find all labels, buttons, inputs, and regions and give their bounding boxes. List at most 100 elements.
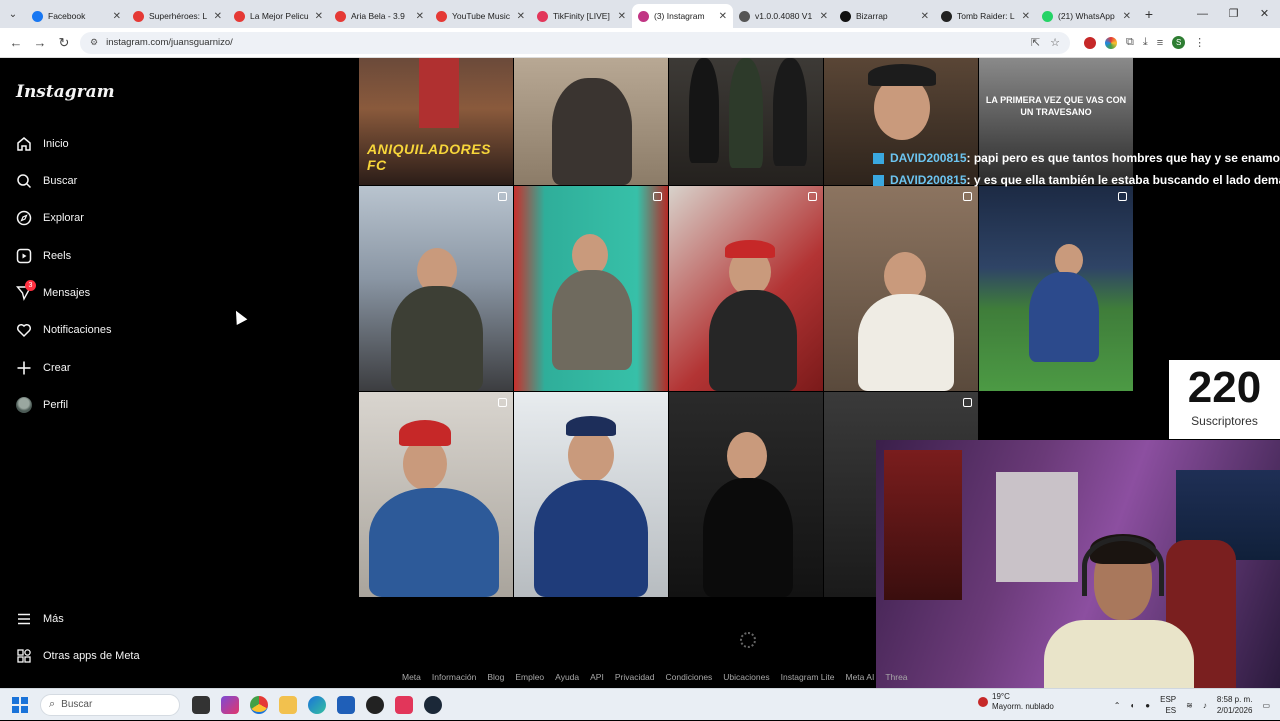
browser-tab[interactable]: Aria Bela - 3.9✕ — [329, 4, 430, 28]
chrome-icon[interactable] — [250, 696, 268, 714]
post-thumbnail[interactable] — [824, 186, 978, 391]
footer-link[interactable]: API — [590, 672, 604, 682]
post-thumbnail[interactable] — [359, 186, 513, 391]
browser-tab[interactable]: (3) Instagram✕ — [632, 4, 733, 28]
task-view-icon[interactable] — [192, 696, 210, 714]
browser-tab[interactable]: La Mejor Pelicu✕ — [228, 4, 329, 28]
footer-link[interactable]: Privacidad — [615, 672, 655, 682]
browser-tab[interactable]: Facebook✕ — [26, 4, 127, 28]
tab-close-icon[interactable]: ✕ — [719, 11, 727, 22]
footer-link[interactable]: Información — [432, 672, 476, 682]
post-thumbnail[interactable] — [979, 186, 1133, 391]
footer-link[interactable]: Empleo — [515, 672, 544, 682]
browser-tab[interactable]: YouTube Music✕ — [430, 4, 531, 28]
tab-close-icon[interactable]: ✕ — [820, 11, 828, 22]
extensions-puzzle-icon[interactable]: ⧉ — [1126, 36, 1134, 49]
taskbar-search[interactable]: ⌕ Buscar — [40, 694, 180, 716]
start-button[interactable] — [0, 697, 40, 713]
copilot-icon[interactable] — [221, 696, 239, 714]
steam-icon[interactable] — [424, 696, 442, 714]
post-thumbnail[interactable] — [669, 186, 823, 391]
file-explorer-icon[interactable] — [279, 696, 297, 714]
nav-item-crear[interactable]: Crear — [14, 353, 214, 383]
tray-overflow-icon[interactable]: ⌃ — [1114, 701, 1121, 710]
obs-icon[interactable] — [366, 696, 384, 714]
edge-icon[interactable] — [308, 696, 326, 714]
tab-close-icon[interactable]: ✕ — [315, 11, 323, 22]
footer-link[interactable]: Meta — [402, 672, 421, 682]
tab-close-icon[interactable]: ✕ — [618, 11, 626, 22]
reload-button[interactable]: ↻ — [52, 35, 76, 51]
install-app-icon[interactable]: ⇱ — [1031, 36, 1040, 49]
back-button[interactable]: ← — [4, 35, 28, 50]
weather-widget[interactable]: 19°C Mayorm. nublado — [978, 692, 1054, 712]
browser-tab[interactable]: v1.0.0.4080 V1✕ — [733, 4, 834, 28]
tiktok-live-icon[interactable] — [395, 696, 413, 714]
footer-link[interactable]: Ayuda — [555, 672, 579, 682]
close-window-button[interactable]: ✕ — [1249, 0, 1280, 28]
nav-item-inicio[interactable]: Inicio — [14, 129, 214, 159]
post-thumbnail[interactable] — [669, 58, 823, 185]
nav-item-otras-apps[interactable]: Otras apps de Meta — [14, 641, 214, 671]
instagram-logo[interactable]: Instagram — [16, 82, 115, 102]
minimize-button[interactable]: — — [1187, 0, 1218, 28]
browser-tab[interactable]: Tomb Raider: L ✕ — [935, 4, 1036, 28]
nav-item-perfil[interactable]: Perfil — [14, 390, 214, 420]
media-control-icon[interactable]: ≡ — [1157, 37, 1163, 49]
footer-link[interactable]: Instagram Lite — [781, 672, 835, 682]
footer-link[interactable]: Ubicaciones — [723, 672, 769, 682]
browser-tab[interactable]: TikFinity [LIVE]✕ — [531, 4, 632, 28]
tab-close-icon[interactable]: ✕ — [1022, 11, 1030, 22]
footer-link[interactable]: Threa — [885, 672, 907, 682]
sidebar: Instagram Inicio Buscar Explorar Reels 3… — [0, 58, 240, 688]
maximize-button[interactable]: ❐ — [1218, 0, 1249, 28]
mic-icon[interactable]: ● — [1145, 701, 1150, 710]
browser-tab[interactable]: (21) WhatsApp✕ — [1036, 4, 1137, 28]
post-thumbnail[interactable] — [359, 392, 513, 597]
footer-link[interactable]: Condiciones — [666, 672, 713, 682]
tab-close-icon[interactable]: ✕ — [517, 11, 525, 22]
nav-item-mas[interactable]: Más — [14, 604, 214, 634]
clock[interactable]: 8:58 p. m. 2/01/2026 — [1217, 694, 1253, 716]
tab-close-icon[interactable]: ✕ — [416, 11, 424, 22]
forward-button[interactable]: → — [28, 35, 52, 50]
taskbar: ⌕ Buscar 19°C Mayorm. nublado ⌃ ◐ ● ESP … — [0, 688, 1280, 720]
footer-link[interactable]: Meta AI — [845, 672, 874, 682]
extension-adblock-icon[interactable] — [1084, 37, 1096, 49]
tab-close-icon[interactable]: ✕ — [1123, 11, 1131, 22]
notifications-icon[interactable]: ▭ — [1262, 701, 1270, 710]
site-info-icon[interactable]: ⚙ — [90, 37, 98, 48]
nav-item-notificaciones[interactable]: Notificaciones — [14, 315, 214, 345]
network-icon[interactable]: ◐ — [1130, 701, 1135, 710]
tab-close-icon[interactable]: ✕ — [214, 11, 222, 22]
browser-tab[interactable]: Bizarrap✕ — [834, 4, 935, 28]
browser-menu-icon[interactable]: ⋮ — [1194, 36, 1205, 49]
nav-label: Perfil — [43, 399, 68, 411]
wifi-icon[interactable]: ≋ — [1186, 701, 1193, 710]
nav-item-mensajes[interactable]: 3 Mensajes — [14, 278, 214, 308]
nav-item-explorar[interactable]: Explorar — [14, 203, 214, 233]
tab-close-icon[interactable]: ✕ — [921, 11, 929, 22]
tab-search-button[interactable]: ⌄ — [0, 0, 26, 28]
url-input[interactable]: ⚙ instagram.com/juansguarnizo/ ⇱ ☆ — [80, 32, 1070, 54]
tab-close-icon[interactable]: ✕ — [113, 11, 121, 22]
post-thumbnail[interactable]: ANIQUILADORES FC — [359, 58, 513, 185]
tab-title: Tomb Raider: L — [957, 11, 1018, 21]
post-thumbnail[interactable] — [514, 186, 668, 391]
post-thumbnail[interactable] — [514, 392, 668, 597]
volume-icon[interactable]: ♪ — [1203, 701, 1207, 710]
post-thumbnail[interactable] — [514, 58, 668, 185]
tab-favicon-icon — [335, 11, 346, 22]
nav-item-reels[interactable]: Reels — [14, 241, 214, 271]
bookmark-star-icon[interactable]: ☆ — [1050, 36, 1060, 49]
nav-item-buscar[interactable]: Buscar — [14, 166, 214, 196]
download-icon[interactable]: ⤓ — [1143, 36, 1148, 49]
browser-tab[interactable]: Superhéroes: L✕ — [127, 4, 228, 28]
post-thumbnail[interactable] — [669, 392, 823, 597]
extension-color-icon[interactable] — [1105, 37, 1117, 49]
new-tab-button[interactable]: + — [1137, 6, 1161, 22]
profile-avatar[interactable]: S — [1172, 36, 1185, 49]
footer-link[interactable]: Blog — [487, 672, 504, 682]
language-indicator[interactable]: ESP ES — [1160, 694, 1176, 716]
store-icon[interactable] — [337, 696, 355, 714]
